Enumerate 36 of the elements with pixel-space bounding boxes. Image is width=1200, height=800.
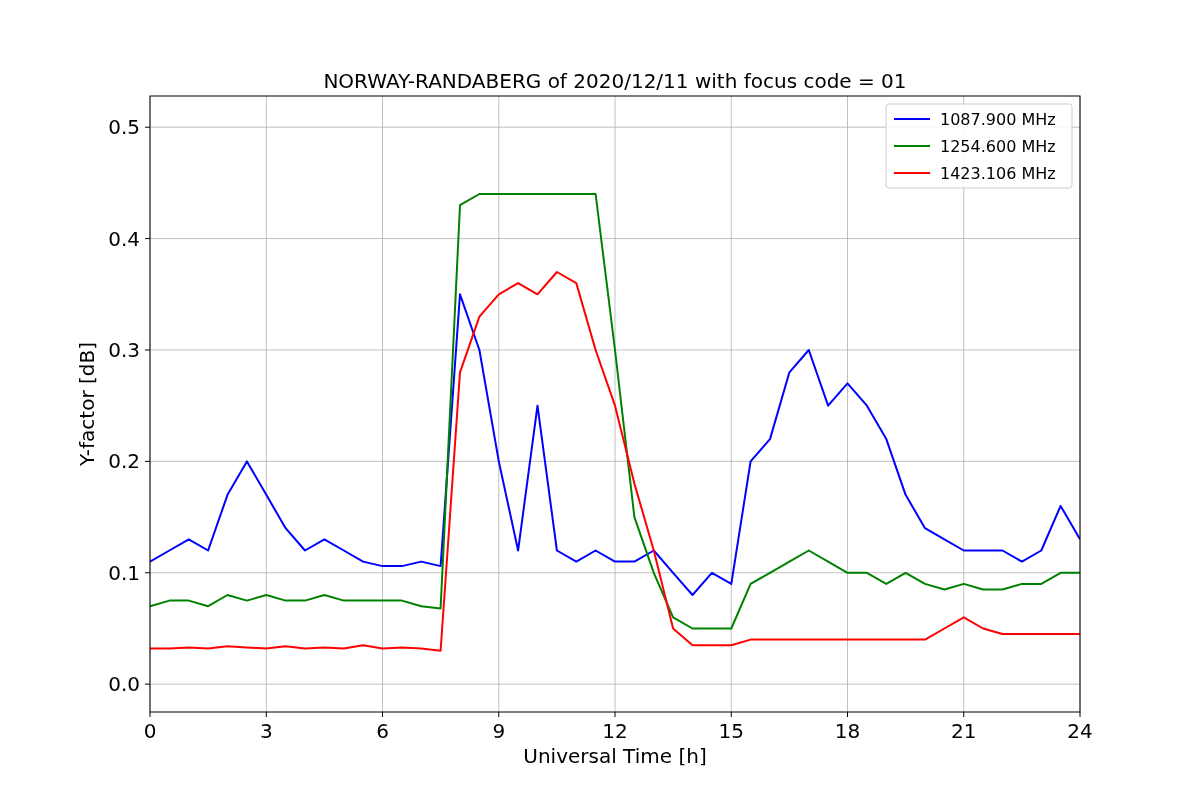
legend-label: 1423.106 MHz bbox=[940, 164, 1056, 183]
tick-mark bbox=[614, 711, 616, 718]
tick-mark bbox=[1079, 711, 1081, 718]
tick-mark bbox=[498, 711, 500, 718]
chart-title: NORWAY-RANDABERG of 2020/12/11 with focus code = 01 bbox=[323, 69, 907, 93]
tick-mark bbox=[149, 711, 151, 718]
tick-mark bbox=[144, 460, 151, 462]
tick-label: 0.2 bbox=[108, 449, 140, 474]
tick-label: 15 bbox=[718, 719, 744, 743]
tick-label: 0.4 bbox=[108, 226, 140, 251]
tick-mark bbox=[144, 683, 151, 685]
legend-label: 1087.900 MHz bbox=[940, 110, 1056, 129]
tick-label: 3 bbox=[259, 719, 273, 743]
tick-label: 6 bbox=[376, 719, 389, 743]
tick-mark bbox=[963, 711, 965, 718]
tick-mark bbox=[382, 711, 383, 718]
tick-label: 9 bbox=[492, 719, 506, 743]
tick-mark bbox=[144, 349, 151, 351]
tick-mark bbox=[265, 711, 267, 718]
y-axis-label: Y-factor [dB] bbox=[75, 342, 99, 466]
tick-mark bbox=[144, 238, 151, 240]
tick-mark bbox=[144, 126, 151, 128]
tick-label: 12 bbox=[602, 719, 628, 743]
tick-label: 0.0 bbox=[108, 672, 140, 697]
tick-label: 18 bbox=[834, 719, 861, 743]
tick-mark bbox=[847, 711, 848, 718]
tick-mark bbox=[144, 572, 151, 574]
tick-label: 0.5 bbox=[108, 115, 140, 140]
legend-label: 1254.600 MHz bbox=[940, 137, 1056, 156]
tick-mark bbox=[730, 711, 732, 718]
x-axis-label: Universal Time [h] bbox=[523, 744, 707, 768]
tick-label: 0.3 bbox=[108, 337, 140, 362]
tick-label: 21 bbox=[951, 719, 977, 743]
tick-label: 24 bbox=[1067, 719, 1093, 743]
tick-label: 0 bbox=[143, 719, 157, 743]
tick-label: 0.1 bbox=[108, 560, 140, 585]
